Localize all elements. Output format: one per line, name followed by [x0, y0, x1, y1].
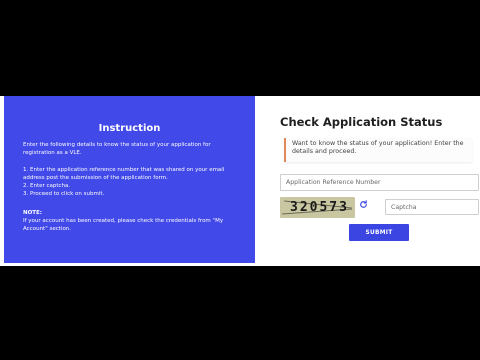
note-label: NOTE: [23, 210, 42, 216]
captcha-image: 320573 [280, 197, 355, 218]
instruction-step: 2. Enter captcha. [23, 183, 71, 189]
status-callout: Want to know the status of your applicat… [284, 138, 472, 162]
submit-button[interactable]: SUBMIT [349, 224, 409, 241]
instruction-steps: 1. Enter the application reference numbe… [23, 166, 243, 198]
refresh-icon[interactable] [359, 200, 368, 209]
captcha-text: 320573 [290, 200, 349, 215]
captcha-input[interactable] [385, 199, 479, 215]
instruction-title: Instruction [98, 123, 161, 134]
instruction-panel: Instruction Enter the following details … [4, 96, 255, 263]
instruction-step: 1. Enter the application reference numbe… [23, 167, 225, 181]
note-text: If your account has been created, please… [23, 218, 224, 232]
instruction-intro: Enter the following details to know the … [23, 142, 211, 156]
page-title: Check Application Status [280, 115, 443, 129]
reference-number-input[interactable] [280, 174, 479, 191]
instruction-step: 3. Proceed to click on submit. [23, 191, 105, 197]
